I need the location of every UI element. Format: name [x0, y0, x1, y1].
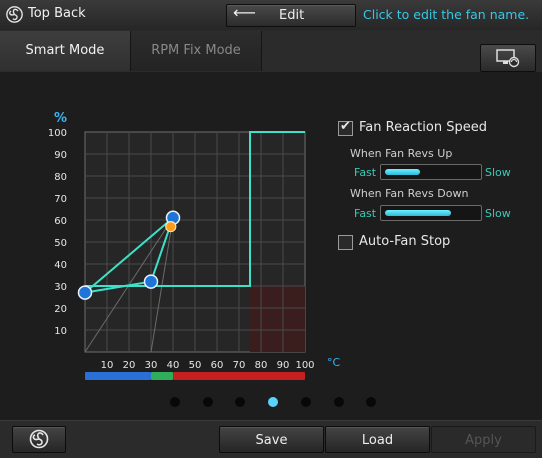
- y-tick-label: 70: [54, 194, 67, 205]
- monitor-switch-button[interactable]: [480, 44, 536, 72]
- revs-up-fast-label: Fast: [354, 166, 377, 179]
- revs-up-slider[interactable]: [380, 164, 482, 180]
- logo-button[interactable]: [12, 426, 66, 453]
- tab-bar: Smart Mode RPM Fix Mode: [0, 30, 542, 73]
- tab-smart-mode[interactable]: Smart Mode: [0, 31, 131, 71]
- page-dot[interactable]: [333, 397, 344, 407]
- fan-reaction-speed-label: Fan Reaction Speed: [359, 120, 487, 135]
- y-tick-label: 40: [54, 260, 67, 271]
- revs-up-label: When Fan Revs Up: [350, 147, 453, 160]
- y-tick-label: 10: [54, 326, 67, 337]
- auto-fan-stop-checkbox[interactable]: [338, 235, 353, 250]
- checkmark-icon: ✔: [340, 119, 351, 134]
- x-tick-label: 60: [211, 360, 224, 371]
- x-tick-label: 30: [145, 360, 158, 371]
- y-axis-label: %: [54, 111, 67, 126]
- x-tick-label: 90: [277, 360, 290, 371]
- edit-fan-name-button[interactable]: ⟵ Edit: [226, 3, 356, 27]
- revs-down-fast-label: Fast: [354, 207, 377, 220]
- edit-button-label: Edit: [279, 8, 305, 23]
- temperature-bar-segment: [151, 372, 173, 380]
- x-tick-label: 50: [189, 360, 202, 371]
- x-tick-label: 20: [123, 360, 136, 371]
- x-tick-label: 10: [101, 360, 114, 371]
- x-tick-label: 80: [255, 360, 268, 371]
- revs-down-slow-label: Slow: [485, 207, 511, 220]
- revs-up-slow-label: Slow: [485, 166, 511, 179]
- monitor-refresh-icon: [496, 49, 520, 68]
- apply-button-label: Apply: [465, 433, 502, 448]
- edit-hint-text: Click to edit the fan name.: [363, 7, 530, 22]
- apply-button[interactable]: Apply: [431, 426, 536, 453]
- x-tick-label: 100: [295, 360, 314, 371]
- save-button[interactable]: Save: [219, 426, 324, 453]
- x-tick-label: 70: [233, 360, 246, 371]
- tab-smart-mode-label: Smart Mode: [25, 43, 105, 58]
- y-tick-label: 50: [54, 238, 67, 249]
- save-button-label: Save: [255, 433, 288, 448]
- curve-control-point[interactable]: [143, 274, 159, 289]
- load-button[interactable]: Load: [325, 426, 430, 453]
- tab-rpm-fix-mode[interactable]: RPM Fix Mode: [131, 31, 262, 71]
- curve-control-point[interactable]: [77, 285, 93, 300]
- fan-logo-icon: [29, 429, 49, 449]
- revs-down-slider[interactable]: [380, 205, 482, 221]
- page-dot[interactable]: [202, 397, 213, 407]
- current-temperature-point: [165, 221, 177, 233]
- x-axis-label: °C: [327, 356, 340, 369]
- page-dot[interactable]: [170, 397, 180, 407]
- tab-rpm-fix-mode-label: RPM Fix Mode: [151, 43, 241, 58]
- y-tick-label: 20: [54, 304, 67, 315]
- fan-logo-icon: [6, 6, 23, 23]
- revs-up-slider-fill: [385, 169, 420, 175]
- temperature-bar-segment: [173, 372, 305, 380]
- fan-curve-chart: 10 20 30 40 50 60 70 80 90 100 10 20 30 40 50 60 70 80 90 1…: [48, 111, 340, 380]
- temperature-bar-segment: [85, 372, 151, 380]
- y-tick-label: 60: [54, 216, 67, 227]
- y-tick-label: 100: [48, 128, 67, 139]
- page-dot[interactable]: [300, 397, 311, 407]
- left-arrow-icon: ⟵: [233, 3, 256, 22]
- auto-fan-stop-label: Auto-Fan Stop: [359, 234, 451, 249]
- x-tick-label: 40: [167, 360, 180, 371]
- revs-down-label: When Fan Revs Down: [350, 187, 469, 200]
- y-tick-label: 30: [54, 282, 67, 293]
- revs-down-slider-fill: [385, 210, 452, 216]
- load-button-label: Load: [361, 433, 394, 448]
- fan-reaction-speed-checkbox[interactable]: ✔: [338, 119, 353, 136]
- fan-name: Top Back: [28, 6, 86, 21]
- y-tick-label: 90: [54, 150, 67, 161]
- threshold-region: [250, 286, 305, 352]
- y-tick-label: 80: [54, 172, 67, 183]
